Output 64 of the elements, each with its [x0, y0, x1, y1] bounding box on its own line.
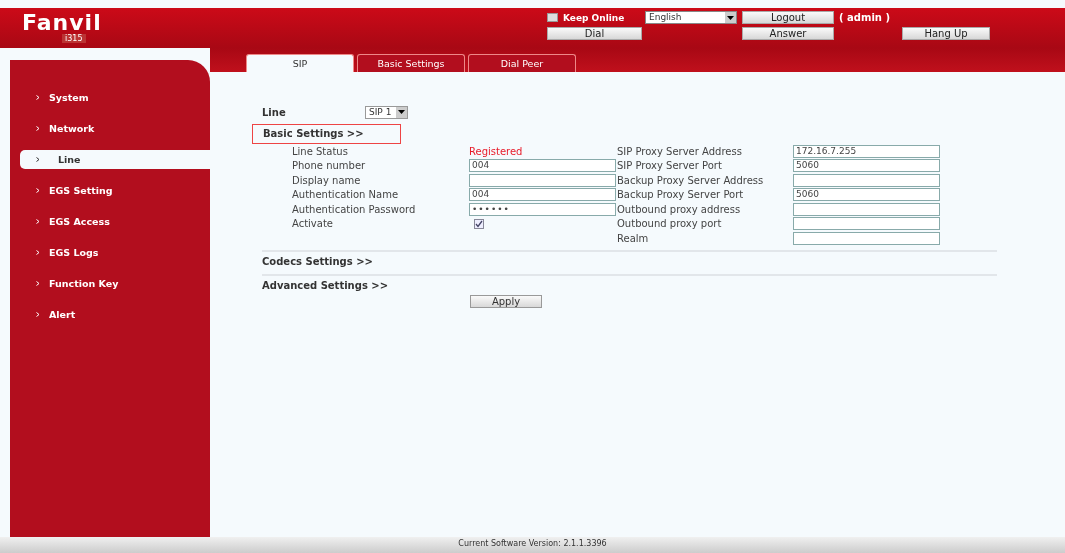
input-field[interactable]: [793, 173, 940, 187]
status-value: Registered: [469, 145, 523, 157]
input-field[interactable]: 5060: [793, 159, 940, 173]
chevron-icon: [36, 312, 40, 317]
section-header[interactable]: Codecs Settings >>: [262, 249, 997, 270]
chevron-icon: [36, 250, 40, 255]
line-select[interactable]: SIP 1: [365, 105, 408, 119]
chevron-icon: [36, 126, 40, 131]
sidebar-item[interactable]: EGS Setting: [10, 181, 210, 200]
input-field[interactable]: 004: [469, 188, 616, 202]
sidebar-item[interactable]: System: [10, 88, 210, 107]
chevron-icon: [36, 188, 40, 193]
input-field[interactable]: [793, 202, 940, 216]
section-header[interactable]: Basic Settings >>: [252, 124, 401, 144]
dropdown-icon: [725, 12, 736, 23]
field-label: Authentication Name: [292, 189, 400, 201]
keep-online-checkbox[interactable]: [547, 13, 558, 22]
sidebar-item[interactable]: Network: [10, 119, 210, 138]
input-field[interactable]: ••••••: [469, 202, 616, 216]
sidebar-item[interactable]: Function Key: [10, 274, 210, 293]
sidebar-item[interactable]: EGS Logs: [10, 243, 210, 262]
tab[interactable]: Basic Settings: [357, 54, 465, 72]
keep-online-label: Keep Online: [563, 12, 625, 23]
field-label: Outbound proxy address: [617, 203, 742, 215]
input-field[interactable]: 004: [469, 159, 616, 173]
tab[interactable]: SIP: [246, 54, 354, 72]
sidebar-item[interactable]: Alert: [10, 305, 210, 324]
input-field[interactable]: 172.16.7.255: [793, 144, 940, 158]
dial-button[interactable]: Dial: [547, 27, 642, 40]
language-select[interactable]: English: [645, 11, 737, 24]
field-label: Display name: [292, 174, 362, 186]
field-label: Backup Proxy Server Address: [617, 174, 765, 186]
activate-checkbox[interactable]: [474, 218, 484, 229]
dropdown-icon: [396, 106, 407, 118]
hang-up-button[interactable]: Hang Up: [902, 27, 990, 40]
field-label: Outbound proxy port: [617, 218, 723, 230]
logout-button[interactable]: Logout: [742, 11, 834, 24]
answer-button[interactable]: Answer: [742, 27, 834, 40]
input-field[interactable]: [469, 173, 616, 187]
input-field[interactable]: 5060: [793, 188, 940, 202]
field-label: Activate: [292, 218, 334, 230]
software-version-text: Current Software Version: 2.1.1.3396: [458, 539, 607, 548]
chevron-icon: [36, 95, 40, 100]
input-field[interactable]: [793, 231, 940, 245]
field-label: Authentication Password: [292, 203, 417, 215]
tab[interactable]: Dial Peer: [468, 54, 576, 72]
section-header[interactable]: Advanced Settings >>: [262, 273, 997, 294]
field-label: SIP Proxy Server Port: [617, 160, 723, 172]
field-label: Line Status: [292, 145, 349, 157]
chevron-icon: [36, 219, 40, 224]
chevron-icon: [36, 157, 40, 162]
field-label: Backup Proxy Server Port: [617, 189, 745, 201]
apply-button[interactable]: Apply: [470, 294, 542, 308]
sidebar-item[interactable]: EGS Access: [10, 212, 210, 231]
user-label: ( admin ): [839, 12, 891, 23]
brand-logo-text: Fanvil: [22, 12, 102, 34]
sidebar-item[interactable]: Line: [20, 150, 210, 169]
line-label: Line: [262, 106, 287, 118]
field-label: SIP Proxy Server Address: [617, 145, 743, 157]
model-label: i315: [62, 34, 86, 43]
field-label: Realm: [617, 232, 650, 244]
input-field[interactable]: [793, 217, 940, 231]
field-label: Phone number: [292, 160, 367, 172]
chevron-icon: [36, 281, 40, 286]
